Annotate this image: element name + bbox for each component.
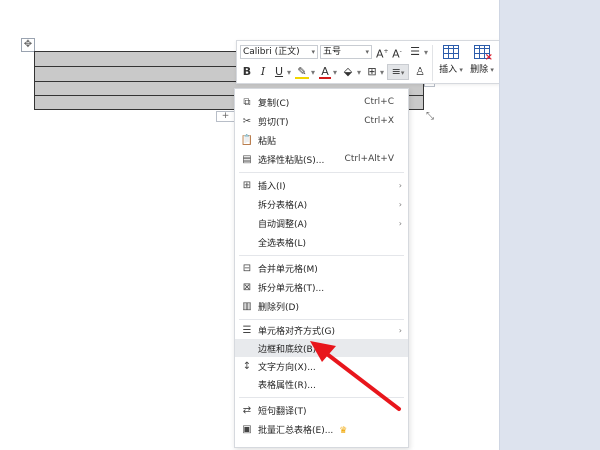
arrow-shaft [325, 352, 401, 411]
red-arrow-annotation [310, 341, 401, 411]
